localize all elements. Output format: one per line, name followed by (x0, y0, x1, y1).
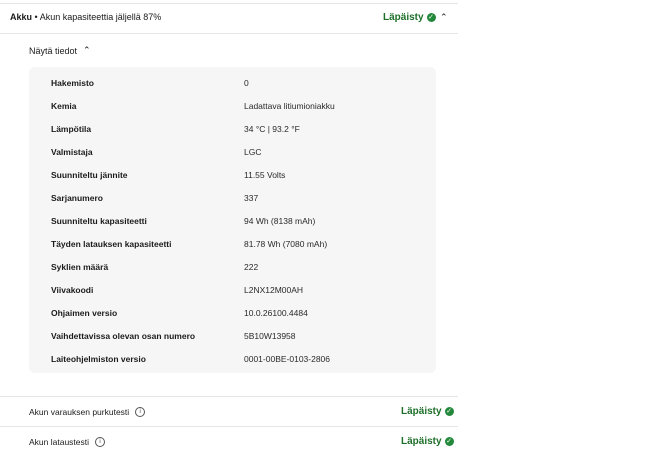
detail-label: Suunniteltu jännite (51, 170, 128, 180)
info-icon[interactable]: i (95, 437, 106, 447)
battery-panel: Akku • Akun kapasiteettia jäljellä 87% L… (0, 0, 458, 454)
detail-label: Suunniteltu kapasiteetti (51, 216, 147, 226)
header-divider (0, 33, 458, 34)
detail-row: Täyden latauksen kapasiteetti 81.78 Wh (7… (29, 233, 436, 255)
show-details-label: Näytä tiedot (29, 45, 78, 56)
detail-row: Valmistaja LGC (29, 141, 436, 163)
detail-row: Lämpötila 34 °C | 93.2 °F (29, 118, 436, 140)
detail-row: Hakemisto 0 (29, 72, 436, 94)
tests-divider-2 (0, 426, 458, 427)
detail-label: Laiteohjelmiston versio (51, 354, 146, 364)
detail-value: 81.78 Wh (7080 mAh) (244, 239, 328, 249)
check-circle-icon: ✓ (444, 407, 454, 416)
discharge-status-text: Läpäisty (401, 406, 442, 417)
discharge-test-status: Läpäisty ✓ (401, 406, 454, 417)
detail-value: 10.0.26100.4484 (244, 308, 308, 318)
battery-status-badge: Läpäisty ✓ (383, 12, 436, 23)
detail-value: LGC (244, 147, 262, 157)
detail-value: 0 (244, 78, 249, 88)
details-card: Hakemisto 0 Kemia Ladattava litiumioniakku L… (29, 67, 436, 373)
chevron-up-icon[interactable]: ⌃ (440, 12, 448, 23)
charge-status-text: Läpäisty (401, 436, 442, 447)
header-separator: • (34, 12, 38, 22)
detail-label: Sarjanumero (51, 193, 103, 203)
check-circle-icon: ✓ (426, 13, 436, 22)
detail-value: Ladattava litiumioniakku (244, 101, 335, 111)
detail-value: 34 °C | 93.2 °F (244, 124, 300, 134)
detail-label: Täyden latauksen kapasiteetti (51, 239, 172, 249)
show-details-toggle[interactable]: Näytä tiedot ⌃ (29, 45, 91, 56)
detail-label: Vaihdettavissa olevan osan numero (51, 331, 196, 341)
check-circle-icon: ✓ (444, 437, 454, 446)
detail-value: 222 (244, 262, 259, 272)
detail-row: Sarjanumero 337 (29, 187, 436, 209)
detail-value: 94 Wh (8138 mAh) (244, 216, 316, 226)
detail-row: Vaihdettavissa olevan osan numero 5B10W13… (29, 325, 436, 347)
detail-value: L2NX12M00AH (244, 285, 304, 295)
tests-divider-1 (0, 396, 458, 397)
detail-label: Valmistaja (51, 147, 93, 157)
top-divider (0, 3, 458, 4)
detail-label: Lämpötila (51, 124, 92, 134)
detail-label: Viivakoodi (51, 285, 94, 295)
detail-row: Viivakoodi L2NX12M00AH (29, 279, 436, 301)
detail-value: 11.55 Volts (244, 170, 286, 180)
detail-value: 0001-00BE-0103-2806 (244, 354, 331, 364)
detail-label: Hakemisto (51, 78, 94, 88)
detail-row: Laiteohjelmiston versio 0001-00BE-0103-28… (29, 348, 436, 370)
battery-title: Akku (10, 12, 33, 22)
battery-header[interactable]: Akku • Akun kapasiteettia jäljellä 87% (10, 12, 161, 22)
detail-label: Kemia (51, 101, 77, 111)
chevron-up-icon: ⌃ (83, 45, 91, 55)
detail-row: Suunniteltu jännite 11.55 Volts (29, 164, 436, 186)
detail-row: Suunniteltu kapasiteetti 94 Wh (8138 mAh) (29, 210, 436, 232)
detail-row: Syklien määrä 222 (29, 256, 436, 278)
charge-test-label: Akun lataustesti (29, 437, 90, 447)
detail-value: 337 (244, 193, 259, 203)
discharge-test-row: Akun varauksen purkutesti i (29, 407, 146, 417)
info-icon[interactable]: i (135, 407, 146, 417)
detail-label: Ohjaimen versio (51, 308, 118, 318)
battery-status-text: Läpäisty (383, 12, 424, 23)
detail-label: Syklien määrä (51, 262, 109, 272)
detail-row: Kemia Ladattava litiumioniakku (29, 95, 436, 117)
charge-test-status: Läpäisty ✓ (401, 436, 454, 447)
detail-row: Ohjaimen versio 10.0.26100.4484 (29, 302, 436, 324)
detail-value: 5B10W13958 (244, 331, 296, 341)
charge-test-row: Akun lataustesti i (29, 437, 106, 447)
battery-summary: Akun kapasiteettia jäljellä 87% (39, 12, 162, 22)
discharge-test-label: Akun varauksen purkutesti (29, 407, 130, 417)
